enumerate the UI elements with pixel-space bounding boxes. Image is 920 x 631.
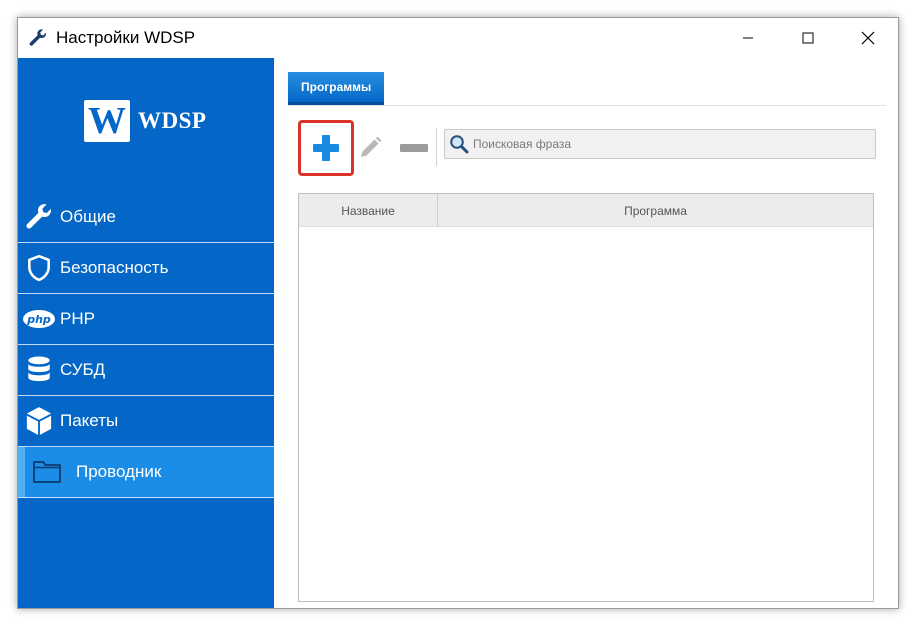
maximize-button[interactable]	[778, 18, 838, 58]
tab-bar: Программы	[288, 72, 886, 106]
sidebar-item-security[interactable]: Безопасность	[18, 243, 274, 294]
minus-icon	[400, 144, 428, 152]
app-logo: W WDSP	[84, 100, 206, 142]
remove-button[interactable]	[388, 122, 440, 174]
package-icon	[20, 401, 58, 441]
sidebar-item-general[interactable]: Общие	[18, 192, 274, 243]
table-header: Название Программа	[299, 194, 873, 227]
column-header-name[interactable]: Название	[299, 194, 438, 227]
sidebar-item-dbms[interactable]: СУБД	[18, 345, 274, 396]
php-icon-text: php	[26, 313, 51, 326]
close-button[interactable]	[838, 18, 898, 58]
logo-text: WDSP	[138, 108, 207, 133]
sidebar-item-label: Проводник	[76, 462, 162, 481]
minimize-icon	[743, 37, 753, 39]
sidebar-nav: Общие Безопасность php PHP СУБД Пакеты П…	[18, 192, 274, 498]
search-input[interactable]	[471, 130, 875, 158]
search-box	[444, 129, 876, 159]
wrench-icon	[20, 197, 58, 237]
toolbar-separator	[436, 128, 437, 166]
programs-table: Название Программа	[298, 193, 874, 602]
logo-mark: W	[84, 100, 130, 142]
main-content: Программы Поисковая фраза Название Прогр…	[274, 58, 898, 608]
column-header-program[interactable]: Программа	[438, 194, 873, 227]
pencil-icon	[361, 136, 382, 157]
toolbar	[298, 120, 886, 176]
sidebar-item-label: Общие	[60, 207, 116, 226]
php-icon: php	[20, 299, 58, 339]
maximize-icon	[802, 32, 814, 44]
shield-icon	[20, 248, 58, 288]
sidebar: W WDSP Общие Безопасность php PHP СУБД П…	[18, 58, 274, 608]
sidebar-item-label: Безопасность	[60, 258, 169, 277]
folder-icon	[28, 452, 66, 492]
sidebar-item-label: PHP	[60, 309, 95, 328]
sidebar-item-label: Пакеты	[60, 411, 119, 430]
window-controls	[718, 18, 898, 58]
close-icon	[861, 31, 875, 45]
sidebar-item-label: СУБД	[60, 360, 106, 379]
database-icon	[20, 350, 58, 390]
minimize-button[interactable]	[718, 18, 778, 58]
settings-window: Настройки WDSP W WDSP Общие Безопасность…	[17, 17, 899, 609]
plus-icon	[313, 135, 339, 161]
tab-programs[interactable]: Программы	[288, 72, 385, 105]
wrench-icon	[28, 27, 50, 49]
search-icon	[447, 132, 471, 156]
window-title: Настройки WDSP	[56, 28, 196, 47]
title-bar: Настройки WDSP	[18, 18, 898, 58]
sidebar-item-php[interactable]: php PHP	[18, 294, 274, 345]
sidebar-item-packages[interactable]: Пакеты	[18, 396, 274, 447]
sidebar-item-explorer[interactable]: Проводник	[18, 447, 274, 498]
